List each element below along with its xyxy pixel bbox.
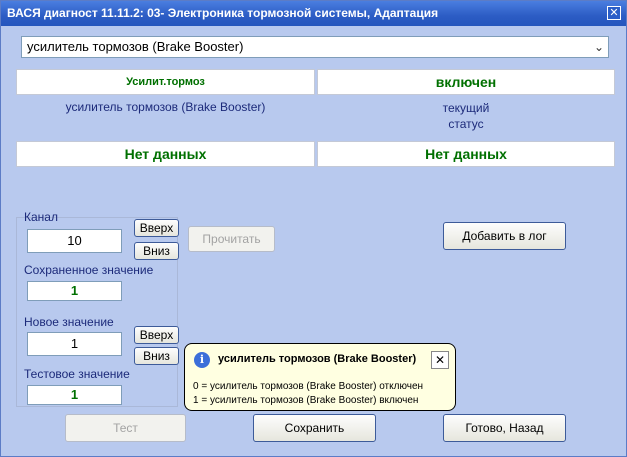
- chevron-down-icon[interactable]: ⌄: [590, 37, 608, 57]
- test-value-label: Тестовое значение: [24, 367, 130, 381]
- status-label-line2: статус: [448, 117, 484, 131]
- saved-value-label: Сохраненное значение: [24, 263, 154, 277]
- status-name-full: усилитель тормозов (Brake Booster): [65, 100, 266, 114]
- saved-value-field: 1: [27, 281, 122, 301]
- new-value-label: Новое значение: [24, 315, 114, 329]
- channel-up-button[interactable]: Вверх: [134, 219, 179, 237]
- new-value-up-button[interactable]: Вверх: [134, 326, 179, 344]
- value-tooltip: i усилитель тормозов (Brake Booster) ✕ 0…: [184, 343, 456, 411]
- info-icon: i: [194, 352, 210, 368]
- tooltip-close-icon[interactable]: ✕: [431, 351, 449, 369]
- measure-select[interactable]: усилитель тормозов (Brake Booster) ⌄: [21, 36, 609, 58]
- window-title: ВАСЯ диагност 11.11.2: 03- Электроника т…: [7, 6, 439, 20]
- channel-down-button[interactable]: Вниз: [134, 242, 179, 260]
- done-back-button[interactable]: Готово, Назад: [443, 414, 566, 442]
- test-value-field: 1: [27, 385, 122, 405]
- tooltip-title: усилитель тормозов (Brake Booster): [218, 353, 417, 365]
- channel-input[interactable]: 10: [27, 229, 122, 253]
- nodata-right: Нет данных: [317, 141, 615, 167]
- new-value-down-button[interactable]: Вниз: [134, 347, 179, 365]
- tooltip-line-1: 0 = усилитель тормозов (Brake Booster) о…: [193, 381, 424, 392]
- read-button[interactable]: Прочитать: [188, 226, 275, 252]
- new-value-input[interactable]: 1: [27, 332, 122, 356]
- test-button[interactable]: Тест: [65, 414, 186, 442]
- status-value: включен: [317, 69, 615, 95]
- add-to-log-button[interactable]: Добавить в лог: [443, 222, 566, 250]
- title-bar: ВАСЯ диагност 11.11.2: 03- Электроника т…: [1, 1, 626, 26]
- measure-select-value: усилитель тормозов (Brake Booster): [27, 39, 244, 54]
- close-icon[interactable]: ✕: [607, 6, 621, 20]
- status-name-short: Усилит.тормоз: [16, 69, 315, 95]
- nodata-left: Нет данных: [16, 141, 315, 167]
- status-label-line1: текущий: [442, 101, 490, 115]
- channel-label: Канал: [24, 210, 58, 224]
- save-button[interactable]: Сохранить: [253, 414, 376, 442]
- tooltip-line-2: 1 = усилитель тормозов (Brake Booster) в…: [193, 395, 419, 406]
- adaptation-window: ВАСЯ диагност 11.11.2: 03- Электроника т…: [0, 0, 627, 457]
